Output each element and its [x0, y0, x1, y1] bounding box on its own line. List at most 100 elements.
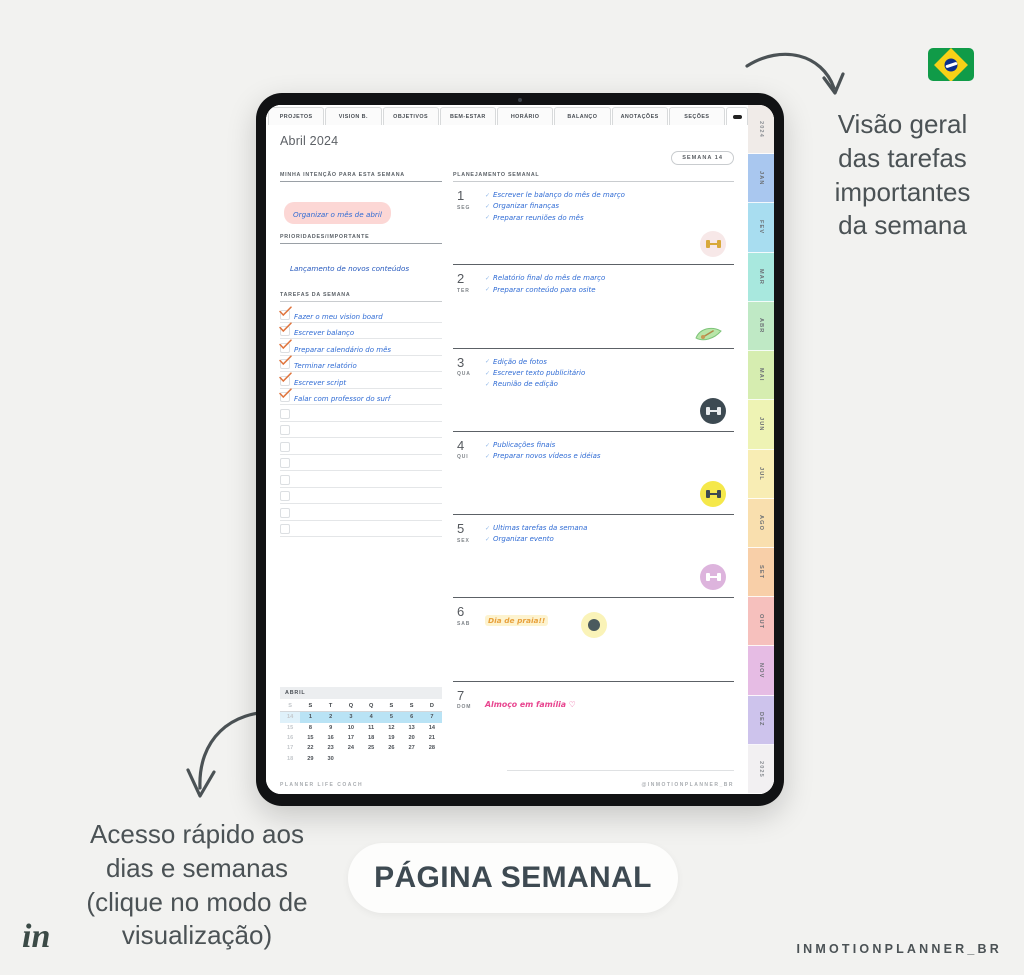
- priorities-box[interactable]: Lançamento de novos conteúdos: [280, 244, 442, 292]
- task-row[interactable]: [280, 471, 442, 488]
- calendar-day-cell[interactable]: 5: [381, 711, 402, 723]
- checkbox-empty[interactable]: [280, 408, 290, 419]
- calendar-day-cell[interactable]: 8: [300, 723, 320, 733]
- month-tab-dez[interactable]: DEZ: [748, 695, 774, 745]
- calendar-day-cell[interactable]: 14: [422, 723, 442, 733]
- intention-box[interactable]: Organizar o mês de abril: [280, 182, 442, 234]
- calendar-week-number[interactable]: 16: [280, 733, 300, 743]
- tab-menu-icon[interactable]: [726, 107, 748, 125]
- month-tab-jul[interactable]: JUL: [748, 449, 774, 499]
- checkbox-empty[interactable]: [280, 491, 290, 501]
- tab-anota-es[interactable]: ANOTAÇÕES: [611, 107, 668, 125]
- task-row[interactable]: Escrever script: [279, 371, 442, 389]
- tab-hor-rio[interactable]: HORÁRIO: [497, 107, 554, 125]
- calendar-day-cell[interactable]: 3: [340, 711, 361, 723]
- calendar-day-cell[interactable]: 22: [300, 743, 320, 753]
- task-row[interactable]: Terminar relatório: [279, 355, 442, 372]
- calendar-day-cell[interactable]: 9: [321, 723, 341, 733]
- calendar-week-row[interactable]: 16 15 16 17 18 19 20 21: [280, 733, 442, 743]
- calendar-week-number[interactable]: 14: [280, 711, 301, 723]
- checkbox-empty[interactable]: [280, 507, 290, 518]
- calendar-day-cell[interactable]: 15: [300, 733, 320, 743]
- task-row[interactable]: [280, 504, 442, 521]
- calendar-day-cell[interactable]: 16: [321, 733, 341, 743]
- calendar-day-cell[interactable]: 28: [422, 743, 442, 753]
- task-row[interactable]: Escrever balanço: [279, 322, 442, 339]
- day-tasks[interactable]: ✓ Publicações finais ✓ Preparar novos vídeo…: [485, 439, 734, 508]
- calendar-day-cell[interactable]: 1: [300, 711, 321, 723]
- task-row[interactable]: Fazer o meu vision board: [279, 305, 442, 323]
- task-row[interactable]: [280, 422, 442, 438]
- tab-balan-o[interactable]: BALANÇO: [554, 107, 611, 125]
- day-row-dom[interactable]: 7 DOM Almoço em família ♡: [453, 682, 734, 764]
- calendar-day-cell[interactable]: [341, 754, 361, 764]
- day-tasks[interactable]: Almoço em família ♡: [485, 689, 734, 758]
- day-tasks[interactable]: ✓ Ultimas tarefas da semana ✓ Organizar eve…: [485, 522, 734, 591]
- calendar-day-cell[interactable]: 11: [361, 723, 381, 733]
- checkbox-checked[interactable]: [279, 338, 292, 353]
- tab-bem-estar[interactable]: BEM-ESTAR: [439, 107, 496, 125]
- month-tab-nov[interactable]: NOV: [748, 646, 774, 696]
- month-tab-mai[interactable]: MAI: [748, 351, 774, 401]
- task-row[interactable]: Preparar calendário do mês: [279, 338, 442, 356]
- calendar-week-number[interactable]: 18: [280, 754, 300, 764]
- month-tab-ago[interactable]: AGO: [748, 498, 774, 548]
- calendar-day-cell[interactable]: 26: [381, 743, 401, 753]
- month-tab-jun[interactable]: JUN: [748, 400, 774, 450]
- calendar-day-cell[interactable]: 29: [300, 754, 320, 764]
- checkbox-checked[interactable]: [279, 355, 292, 369]
- checkbox-checked[interactable]: [279, 322, 292, 336]
- calendar-day-cell[interactable]: 18: [361, 733, 381, 743]
- month-tab-mar[interactable]: MAR: [748, 252, 774, 302]
- calendar-day-cell[interactable]: 30: [321, 754, 341, 764]
- month-tab-out[interactable]: OUT: [748, 597, 774, 647]
- task-row[interactable]: [280, 521, 442, 537]
- tab-projetos[interactable]: PROJETOS: [268, 107, 325, 125]
- checkbox-checked[interactable]: [279, 388, 292, 402]
- task-row[interactable]: [280, 455, 442, 471]
- calendar-day-cell[interactable]: 23: [321, 743, 341, 753]
- calendar-day-cell[interactable]: 25: [361, 743, 381, 753]
- checkbox-empty[interactable]: [280, 425, 290, 435]
- task-row[interactable]: [280, 488, 442, 504]
- month-tab-set[interactable]: SET: [748, 547, 774, 598]
- day-tasks[interactable]: ✓ Escrever le balanço do mês de março ✓ Org…: [485, 189, 734, 258]
- day-row-qui[interactable]: 4 QUI ✓ Publicações finais ✓ Preparar novos v…: [453, 432, 734, 516]
- month-tab-abr[interactable]: ABR: [748, 301, 774, 352]
- calendar-day-cell[interactable]: 4: [361, 711, 382, 723]
- calendar-day-cell[interactable]: [402, 754, 422, 764]
- month-tab-2025[interactable]: 2025: [748, 744, 774, 794]
- calendar-day-cell[interactable]: 24: [341, 743, 361, 753]
- calendar-day-cell[interactable]: 20: [402, 733, 422, 743]
- calendar-week-row[interactable]: 17 22 23 24 25 26 27 28: [280, 743, 442, 753]
- calendar-day-cell[interactable]: 19: [381, 733, 401, 743]
- month-tab-2024[interactable]: 2024: [748, 105, 774, 155]
- tab-vision-b-[interactable]: VISION B.: [325, 107, 382, 125]
- task-row[interactable]: [280, 438, 442, 455]
- task-row[interactable]: Falar com professor do surf: [279, 388, 442, 405]
- day-row-sex[interactable]: 5 SEX ✓ Ultimas tarefas da semana ✓ Organizar…: [453, 515, 734, 599]
- day-row-seg[interactable]: 1 SEG ✓ Escrever le balanço do mês de março…: [453, 182, 734, 266]
- checkbox-checked[interactable]: [279, 305, 292, 320]
- calendar-day-cell[interactable]: 10: [341, 723, 361, 733]
- day-row-sab[interactable]: 6 SAB Dia de praia!!: [453, 598, 734, 682]
- checkbox-empty[interactable]: [280, 441, 290, 452]
- month-tab-jan[interactable]: JAN: [748, 154, 774, 204]
- calendar-day-cell[interactable]: [361, 754, 381, 764]
- day-tasks[interactable]: Dia de praia!!: [485, 605, 734, 674]
- checkbox-empty[interactable]: [280, 474, 290, 485]
- task-row[interactable]: [280, 405, 442, 422]
- calendar-week-row[interactable]: 18 29 30: [280, 754, 442, 764]
- checkbox-empty[interactable]: [280, 458, 290, 468]
- day-tasks[interactable]: ✓ Edição de fotos ✓ Escrever texto publicit…: [485, 356, 734, 425]
- calendar-week-row[interactable]: 14 1 2 3 4 5 6 7: [280, 711, 442, 723]
- checkbox-checked[interactable]: [279, 371, 292, 386]
- calendar-day-cell[interactable]: [381, 754, 401, 764]
- calendar-day-cell[interactable]: 2: [320, 711, 341, 723]
- calendar-day-cell[interactable]: 27: [402, 743, 422, 753]
- calendar-week-row[interactable]: 15 8 9 10 11 12 13 14: [280, 723, 442, 733]
- month-tab-fev[interactable]: FEV: [748, 203, 774, 253]
- calendar-day-cell[interactable]: 21: [422, 733, 442, 743]
- calendar-week-number[interactable]: 15: [280, 723, 300, 733]
- calendar-week-number[interactable]: 17: [280, 743, 300, 753]
